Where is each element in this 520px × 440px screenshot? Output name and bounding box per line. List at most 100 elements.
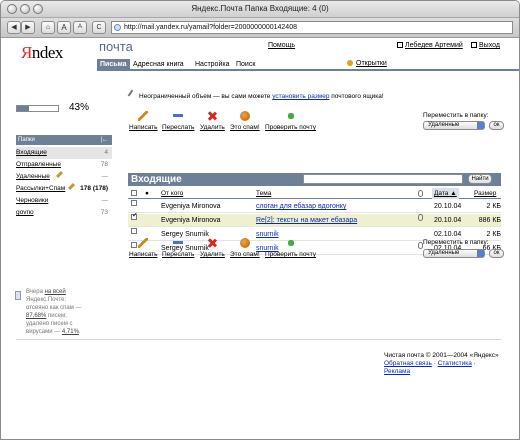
trash-icon [15, 291, 21, 300]
page-content: Яndex почта Помощь Лебедев Артемий Выход… [1, 39, 519, 439]
find-button[interactable]: Найти [468, 174, 492, 184]
write-action[interactable]: Написать [129, 238, 158, 258]
delete-action[interactable]: Удалить [200, 238, 225, 258]
forward-arrow-icon [173, 238, 184, 248]
read-status-column: ● [145, 190, 149, 197]
virus-percent-link[interactable]: 4,71% [62, 329, 79, 335]
quota-percent: 43% [69, 102, 90, 113]
attachment-column-icon [418, 190, 423, 197]
home-button[interactable]: ⌂ [41, 21, 55, 34]
collapse-folders-icon[interactable]: |← [100, 135, 108, 145]
check-mail-action[interactable]: Проверить почту [265, 238, 316, 258]
move-ok-button-bottom[interactable]: ок [489, 249, 504, 258]
exit-icon [471, 42, 477, 48]
row-date: 20.10.04 [434, 217, 462, 224]
address-bar[interactable]: http://mail.yandex.ru/yamail?folder=2000… [111, 21, 513, 34]
size-notice: Неограниченный объем — вы сами можете ус… [127, 89, 384, 100]
smaller-text-button[interactable]: A [73, 21, 87, 34]
copyright: Чистая почта © 2001—2004 «Яндекс» [384, 352, 499, 359]
spam-percent-link[interactable]: 87,68% [26, 313, 46, 319]
row-size: 886 КБ [478, 217, 501, 224]
footer-divider [16, 339, 501, 340]
column-subject[interactable]: Тема [256, 188, 271, 199]
folder-deleted[interactable]: Удаленные — [16, 170, 112, 183]
tab-address-book[interactable]: Адресная книга [130, 59, 187, 70]
move-folder-select-top[interactable]: Удаленные [423, 121, 485, 130]
set-size-link[interactable]: установить размер [272, 93, 329, 100]
quota-bar [16, 105, 59, 112]
select-all-checkbox[interactable] [131, 190, 137, 196]
refresh-icon [285, 238, 296, 248]
user-link[interactable]: Лебедев Артемий [397, 42, 463, 49]
folder-govno[interactable]: gоvпo 73 [16, 207, 112, 219]
footer: Чистая почта © 2001—2004 «Яндекс» Обратн… [384, 352, 499, 375]
move-ok-button-top[interactable]: ок [489, 121, 504, 130]
folder-spam[interactable]: Рассылки+Спам 178 (178) [16, 182, 112, 195]
title-bar: Яндекс.Почта Папка Входящие: 4 (0) [1, 1, 519, 18]
help-link[interactable]: Помощь [268, 42, 295, 49]
stats-link[interactable]: Статистика [438, 360, 472, 367]
spam-stats: Вчера на всей Яндекс.Почте: отсеяно как … [26, 289, 82, 335]
exit-link[interactable]: Выход [471, 42, 500, 49]
column-size[interactable]: Размер [474, 188, 496, 199]
spam-action[interactable]: Это спам! [230, 111, 260, 131]
tab-settings[interactable]: Настройка [192, 59, 232, 70]
write-action[interactable]: Написать [129, 111, 158, 131]
attachment-icon [418, 214, 423, 221]
yandex-logo[interactable]: Яndex [21, 43, 63, 63]
row-subject[interactable]: Re[2]: тексты на макет ебазара [256, 214, 357, 227]
pen-icon [138, 111, 149, 121]
row-subject[interactable]: слоган для ебазар вдогонку [256, 200, 346, 213]
check-mail-action[interactable]: Проверить почту [265, 111, 316, 131]
quota-fill [17, 106, 30, 111]
messages-table-header: ● От кого Тема Дата ▲ Размер [128, 188, 501, 199]
folder-sent[interactable]: Отправленные 78 [16, 159, 112, 171]
delete-action[interactable]: Удалить [200, 111, 225, 131]
forward-button[interactable]: ▶ [21, 21, 35, 34]
spam-face-icon [239, 238, 250, 248]
column-from[interactable]: От кого [161, 188, 183, 199]
clean-folder-icon[interactable] [55, 170, 63, 179]
row-checkbox[interactable] [131, 212, 138, 220]
folder-inbox[interactable]: Входящие 4 [16, 147, 112, 159]
clean-spam-icon[interactable] [68, 182, 76, 191]
row-from: Evgeniya Mironova [161, 203, 221, 210]
delete-x-icon [207, 238, 217, 248]
folder-drafts[interactable]: Черновики — [16, 195, 112, 207]
table-row[interactable]: Evgeniya Mironova слоган для ебазар вдог… [128, 200, 501, 213]
feedback-link[interactable]: Обратная связь [384, 360, 432, 367]
dropdown-arrow-icon [477, 250, 484, 257]
spam-action[interactable]: Это спам! [230, 238, 260, 258]
main-tabs: Письма Адресная книга Настройка Поиск [97, 59, 519, 71]
row-checkbox[interactable] [131, 228, 137, 234]
actions-top: Написать Переслать Удалить Это спам! Про… [129, 111, 329, 141]
spam-face-icon [239, 111, 250, 121]
postcards-link[interactable]: Открытки [347, 60, 387, 67]
pen-icon [138, 238, 149, 248]
move-folder-select-bottom[interactable]: Удаленные [423, 249, 485, 258]
back-button[interactable]: ◀ [7, 21, 21, 34]
forward-action[interactable]: Переслать [162, 238, 194, 258]
row-checkbox[interactable] [131, 200, 137, 206]
row-size: 2 КБ [486, 203, 501, 210]
table-row[interactable]: Evgeniya Mironova Re[2]: тексты на макет… [128, 212, 501, 227]
column-date[interactable]: Дата ▲ [432, 188, 459, 199]
larger-text-button[interactable]: A [57, 21, 71, 34]
tab-search[interactable]: Поиск [233, 59, 258, 70]
tab-letters[interactable]: Письма [97, 59, 130, 70]
reload-button[interactable]: C [92, 21, 106, 34]
move-label-top: Переместить в папку: [423, 112, 489, 119]
all-mail-link[interactable]: на всей [45, 289, 66, 295]
folders-header: Папки |← [16, 135, 112, 145]
browser-toolbar: ◀ ▶ ⌂ A A C http://mail.yandex.ru/yamail… [1, 18, 519, 38]
dropdown-arrow-icon [477, 122, 484, 129]
search-input[interactable] [303, 174, 463, 184]
pencil-icon [127, 89, 138, 100]
browser-window: Яндекс.Почта Папка Входящие: 4 (0) ◀ ▶ ⌂… [0, 0, 520, 440]
service-title: почта [99, 39, 133, 54]
refresh-icon [285, 111, 296, 121]
postcard-icon [347, 60, 353, 66]
ads-link[interactable]: Реклама [384, 368, 410, 375]
window-title: Яндекс.Почта Папка Входящие: 4 (0) [191, 4, 329, 13]
forward-action[interactable]: Переслать [162, 111, 194, 131]
